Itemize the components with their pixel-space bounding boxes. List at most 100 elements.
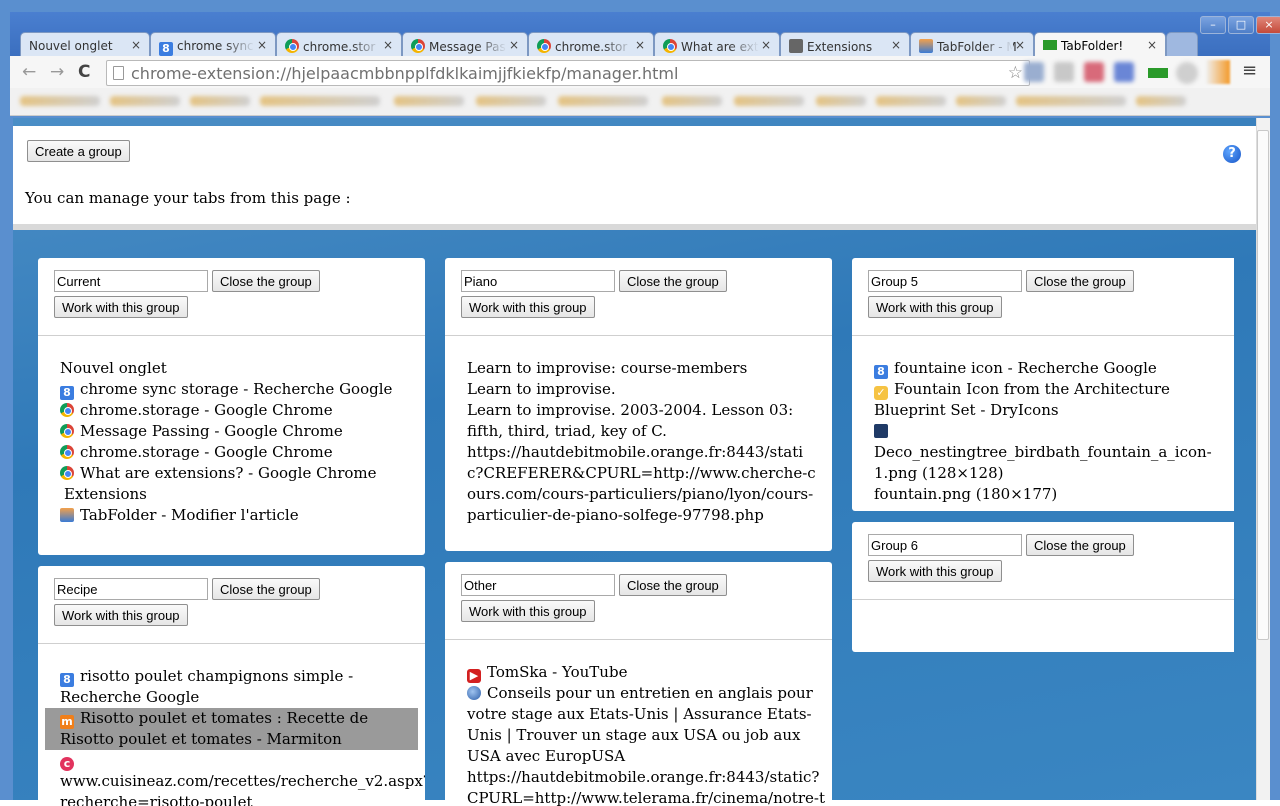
tab-item[interactable]: Learn to improvise: course-members	[467, 358, 817, 379]
bookmark-item[interactable]	[558, 96, 648, 106]
work-with-group-button[interactable]: Work with this group	[54, 296, 188, 318]
toolbar: ← → C chrome-extension://hjelpaacmbbnppl…	[10, 56, 1270, 88]
bookmark-item[interactable]	[20, 96, 100, 106]
bookmark-item[interactable]	[110, 96, 180, 106]
work-with-group-button[interactable]: Work with this group	[868, 296, 1002, 318]
bookmark-item[interactable]	[816, 96, 866, 106]
extension-icon[interactable]	[1024, 62, 1044, 82]
group-name-input[interactable]	[54, 270, 208, 292]
tab-item[interactable]: Message Passing - Google Chrome	[60, 421, 392, 442]
tab-extensions[interactable]: Extensions ×	[780, 32, 910, 56]
tab-close-icon[interactable]: ×	[257, 38, 267, 52]
tab-tabfolder-modifier[interactable]: TabFolder - M ×	[910, 32, 1034, 56]
tab-close-icon[interactable]: ×	[891, 38, 901, 52]
tab-close-icon[interactable]: ×	[383, 38, 393, 52]
bookmark-item[interactable]	[876, 96, 946, 106]
tab-item[interactable]: What are extensions? - Google Chrome	[60, 463, 392, 484]
tab-close-icon[interactable]: ×	[1015, 38, 1025, 52]
youtube-icon: ▶	[467, 669, 481, 683]
tab-item[interactable]: Conseils pour un entretien en anglais po…	[467, 683, 827, 767]
close-group-button[interactable]: Close the group	[1026, 270, 1134, 292]
tab-item[interactable]: cwww.cuisineaz.com/recettes/recherche_v2…	[60, 750, 425, 806]
tab-item[interactable]: chrome.storage - Google Chrome	[60, 400, 392, 421]
bookmark-item[interactable]	[394, 96, 464, 106]
work-with-group-button[interactable]: Work with this group	[461, 296, 595, 318]
tab-item[interactable]: fountain.png (180×177)	[874, 484, 1224, 505]
tab-item[interactable]: ▶ TomSka - YouTube	[467, 662, 827, 683]
google-icon: 8	[60, 386, 74, 400]
tabfolder-extension-icon[interactable]	[1148, 68, 1168, 78]
bookmark-item[interactable]	[260, 96, 380, 106]
tab-close-icon[interactable]: ×	[131, 38, 141, 52]
tab-chrome-sync[interactable]: 8 chrome sync ×	[150, 32, 276, 56]
tab-item[interactable]: 8 risotto poulet champignons simple - Rec…	[60, 666, 415, 708]
tab-item[interactable]: Deco_nestingtree_birdbath_fountain_a_ico…	[874, 421, 1224, 484]
group-name-input[interactable]	[461, 270, 615, 292]
tab-item[interactable]: 8 fountaine icon - Recherche Google	[874, 358, 1224, 379]
bookmark-item[interactable]	[1136, 96, 1186, 106]
tab-chrome-storage-2[interactable]: chrome.stor ×	[528, 32, 654, 56]
tab-close-icon[interactable]: ×	[1147, 38, 1157, 52]
tab-item[interactable]: TabFolder - Modifier l'article	[60, 505, 392, 526]
create-group-button[interactable]: Create a group	[27, 140, 130, 162]
bookmark-item[interactable]	[734, 96, 804, 106]
tab-what-are-extensions[interactable]: What are ext ×	[654, 32, 780, 56]
group-name-input[interactable]	[461, 574, 615, 596]
tab-item[interactable]: Extensions	[60, 484, 392, 505]
group-card-group-5: Close the group Work with this group 8 fo…	[852, 258, 1234, 511]
scrollbar-thumb[interactable]	[1257, 130, 1269, 640]
tab-item[interactable]: chrome.storage - Google Chrome	[60, 442, 392, 463]
extension-icon[interactable]	[1084, 62, 1104, 82]
help-icon[interactable]: ?	[1223, 145, 1241, 163]
extension-icon[interactable]	[1176, 62, 1198, 84]
back-button[interactable]: ←	[22, 62, 36, 82]
tab-item[interactable]: Learn to improvise. 2003-2004. Lesson 03…	[467, 400, 817, 442]
new-tab-button[interactable]	[1166, 32, 1198, 56]
extension-icon[interactable]	[1206, 60, 1230, 84]
close-group-button[interactable]: Close the group	[1026, 534, 1134, 556]
maximize-button[interactable]: □	[1228, 16, 1254, 34]
tab-nouvel-onglet[interactable]: Nouvel onglet ×	[20, 32, 150, 56]
tab-close-icon[interactable]: ×	[509, 38, 519, 52]
forward-button[interactable]: →	[50, 62, 64, 82]
window-close-button[interactable]: ×	[1256, 16, 1280, 34]
tab-item[interactable]: https://hautdebitmobile.orange.fr:8443/s…	[467, 767, 827, 806]
star-icon[interactable]: ☆	[1008, 63, 1023, 83]
chrome-icon	[663, 39, 677, 53]
chrome-icon	[537, 39, 551, 53]
group-name-input[interactable]	[54, 578, 208, 600]
reload-button[interactable]: C	[78, 62, 90, 82]
tab-tabfolder-active[interactable]: TabFolder! ×	[1034, 32, 1166, 56]
bookmark-item[interactable]	[662, 96, 722, 106]
tab-close-icon[interactable]: ×	[761, 38, 771, 52]
tab-close-icon[interactable]: ×	[635, 38, 645, 52]
bookmark-item[interactable]	[476, 96, 546, 106]
tab-list: 8 fountaine icon - Recherche Google ✓ Foun…	[874, 358, 1224, 505]
tab-item[interactable]: https://hautdebitmobile.orange.fr:8443/s…	[467, 442, 817, 526]
tab-chrome-storage[interactable]: chrome.stor ×	[276, 32, 402, 56]
close-group-button[interactable]: Close the group	[212, 578, 320, 600]
tab-item[interactable]: 8 chrome sync storage - Recherche Google	[60, 379, 392, 400]
group-name-input[interactable]	[868, 270, 1022, 292]
extension-icon[interactable]	[1114, 62, 1134, 82]
tab-message-passing[interactable]: Message Pas ×	[402, 32, 528, 56]
bookmark-item[interactable]	[190, 96, 250, 106]
minimize-button[interactable]: –	[1200, 16, 1226, 34]
menu-icon[interactable]: ≡	[1242, 60, 1257, 81]
extension-icon[interactable]	[1054, 62, 1074, 82]
tab-item-highlighted[interactable]: m Risotto poulet et tomates : Recette de …	[45, 708, 418, 750]
tab-item[interactable]: Nouvel onglet	[60, 358, 392, 379]
group-name-input[interactable]	[868, 534, 1022, 556]
tab-item[interactable]: Learn to improvise.	[467, 379, 817, 400]
close-group-button[interactable]: Close the group	[619, 574, 727, 596]
work-with-group-button[interactable]: Work with this group	[461, 600, 595, 622]
address-bar[interactable]: chrome-extension://hjelpaacmbbnpplfdklka…	[106, 60, 1030, 86]
close-group-button[interactable]: Close the group	[619, 270, 727, 292]
browser-window: – □ × Nouvel onglet × 8 chrome sync × chr…	[0, 0, 1280, 806]
tab-item[interactable]: ✓ Fountain Icon from the Architecture Blu…	[874, 379, 1224, 421]
work-with-group-button[interactable]: Work with this group	[54, 604, 188, 626]
close-group-button[interactable]: Close the group	[212, 270, 320, 292]
work-with-group-button[interactable]: Work with this group	[868, 560, 1002, 582]
bookmark-item[interactable]	[956, 96, 1006, 106]
bookmark-item[interactable]	[1016, 96, 1126, 106]
